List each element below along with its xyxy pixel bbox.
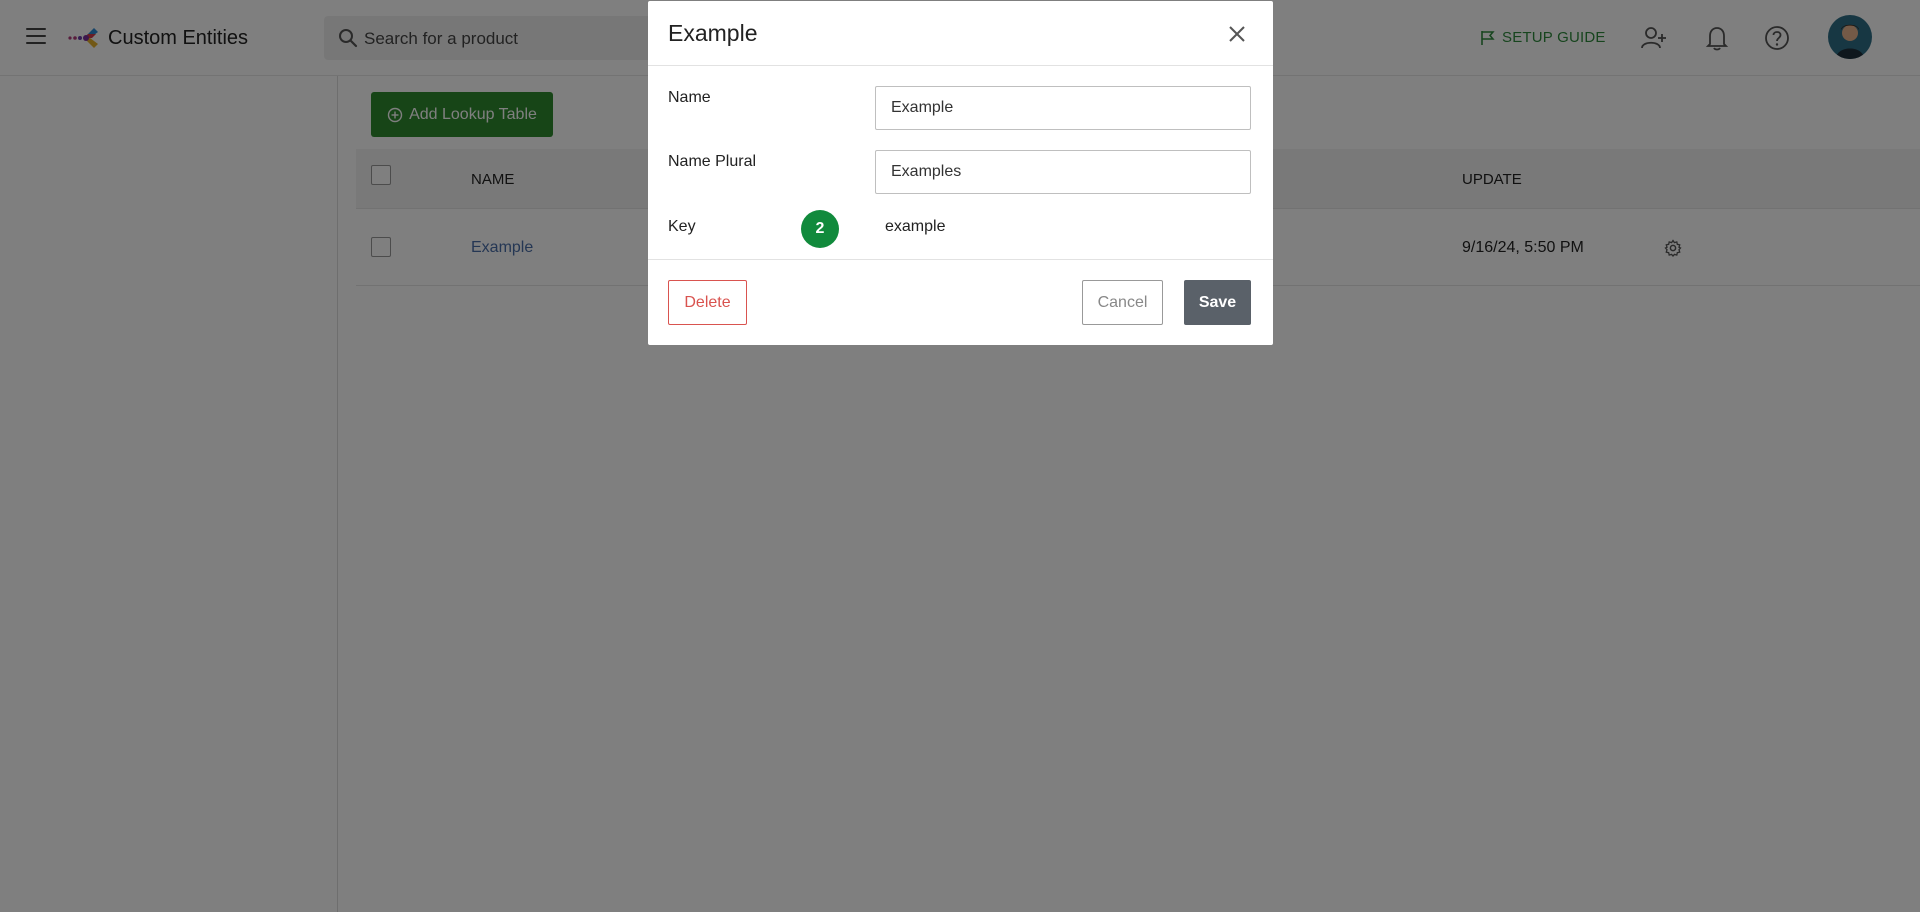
key-value: example <box>885 218 946 235</box>
cancel-button[interactable]: Cancel <box>1082 280 1163 325</box>
close-icon[interactable] <box>1227 24 1247 44</box>
modal-title: Example <box>668 20 758 46</box>
modal-header: Example <box>648 1 1273 66</box>
edit-entity-modal: Example Name Name Plural Key 2 example D… <box>648 1 1273 345</box>
name-plural-label: Name Plural <box>668 153 757 170</box>
name-label: Name <box>668 89 711 106</box>
key-label: Key <box>668 218 696 235</box>
name-plural-input[interactable] <box>875 150 1251 194</box>
save-button[interactable]: Save <box>1184 280 1251 325</box>
name-input[interactable] <box>875 86 1251 130</box>
delete-button[interactable]: Delete <box>668 280 747 325</box>
step-badge: 2 <box>801 210 839 248</box>
modal-footer-divider <box>648 259 1273 260</box>
